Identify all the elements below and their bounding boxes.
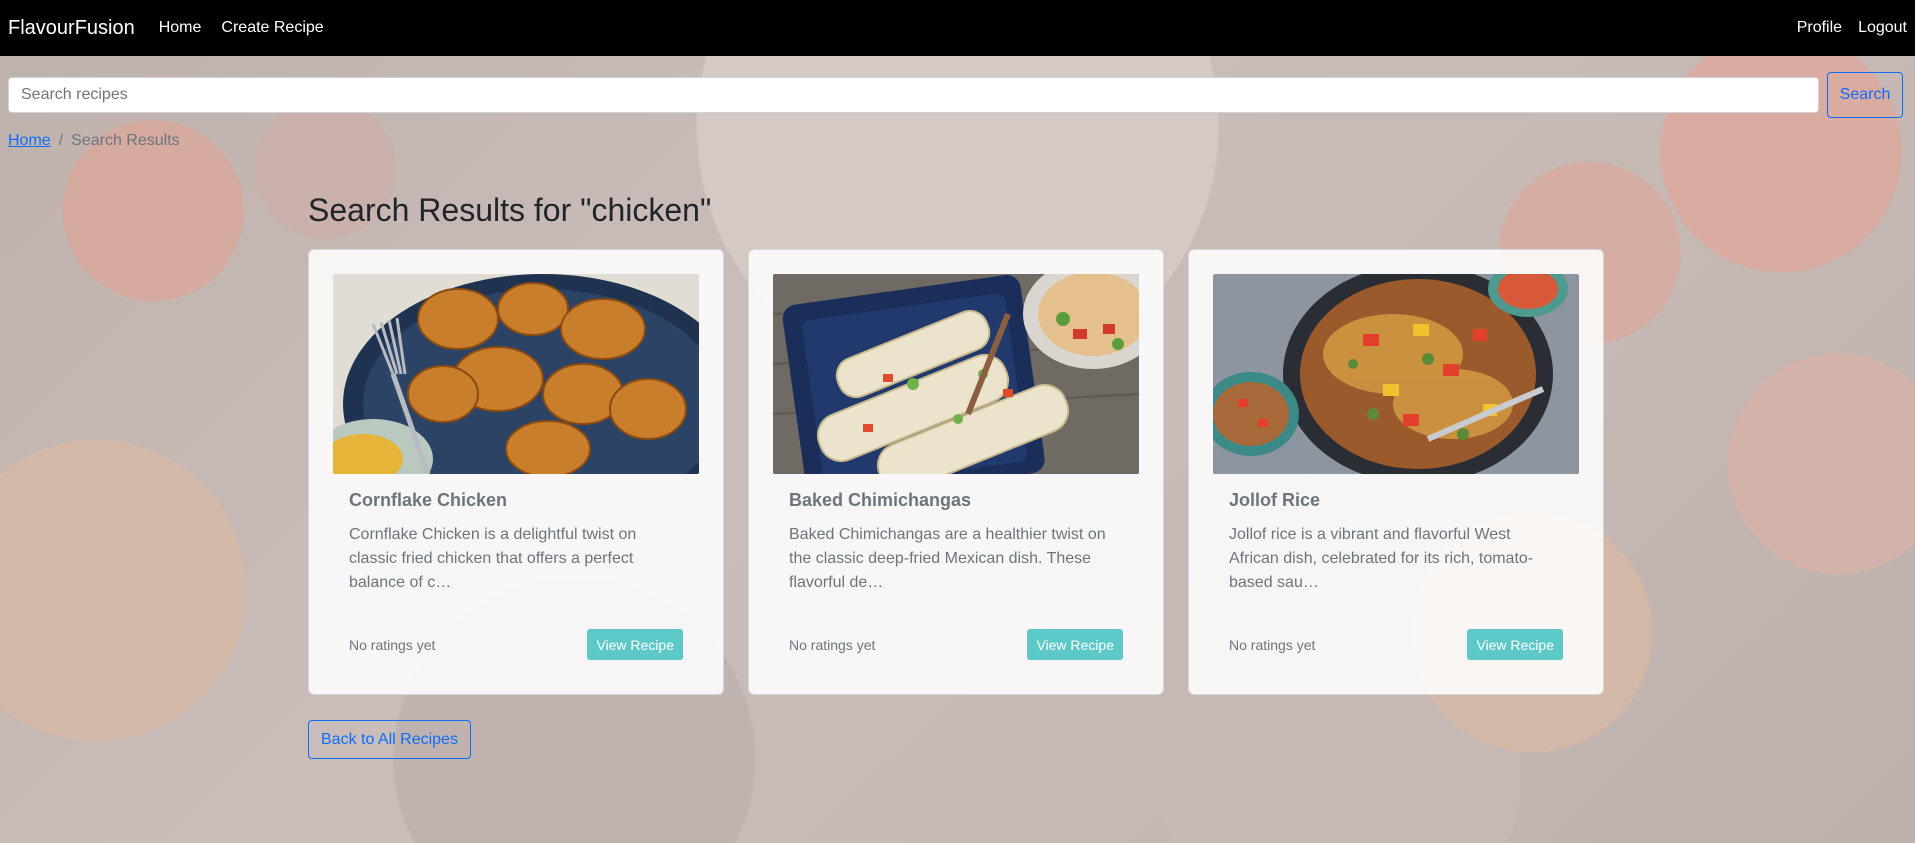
recipe-description: Cornflake Chicken is a delightful twist … [349, 526, 637, 591]
breadcrumb-home-link[interactable]: Home [8, 132, 51, 150]
recipe-card-body: Jollof Rice Jollof rice is a vibrant and… [1213, 474, 1579, 670]
recipe-card: Jollof Rice Jollof rice is a vibrant and… [1188, 249, 1604, 695]
breadcrumb: Home / Search Results [0, 118, 1915, 150]
recipe-image-jollof-rice [1213, 274, 1579, 474]
view-recipe-button[interactable]: View Recipe [1027, 629, 1123, 660]
rating-text: No ratings yet [349, 636, 436, 653]
recipe-card-body: Baked Chimichangas Baked Chimichangas ar… [773, 474, 1139, 670]
top-navbar: FlavourFusion Home Create Recipe Profile… [0, 0, 1915, 56]
breadcrumb-separator: / [58, 132, 64, 149]
brand-logo[interactable]: FlavourFusion [8, 17, 135, 40]
recipe-card-footer: No ratings yet View Recipe [349, 629, 683, 670]
recipe-description: Baked Chimichangas are a healthier twist… [789, 526, 1106, 591]
rating-text: No ratings yet [789, 636, 876, 653]
recipe-card-grid: Cornflake Chicken Cornflake Chicken is a… [308, 249, 1608, 695]
recipe-card: Cornflake Chicken Cornflake Chicken is a… [308, 249, 724, 695]
breadcrumb-current: Search Results [71, 132, 180, 149]
recipe-card-footer: No ratings yet View Recipe [1229, 629, 1563, 670]
view-recipe-button[interactable]: View Recipe [587, 629, 683, 660]
main-content: Search Results for "chicken" Cornflake C… [308, 192, 1608, 759]
search-input[interactable] [8, 77, 1819, 113]
recipe-card-footer: No ratings yet View Recipe [789, 629, 1123, 670]
nav-home-link[interactable]: Home [159, 19, 202, 37]
recipe-card-body: Cornflake Chicken Cornflake Chicken is a… [333, 474, 699, 670]
nav-logout-link[interactable]: Logout [1858, 19, 1907, 37]
rating-text: No ratings yet [1229, 636, 1316, 653]
back-to-all-recipes-button[interactable]: Back to All Recipes [308, 720, 471, 759]
recipe-description: Jollof rice is a vibrant and flavorful W… [1229, 526, 1534, 591]
page-title: Search Results for "chicken" [308, 192, 712, 228]
recipe-title: Jollof Rice [1229, 490, 1321, 510]
nav-profile-link[interactable]: Profile [1797, 19, 1842, 37]
recipe-title: Baked Chimichangas [789, 490, 972, 510]
recipe-title: Cornflake Chicken [349, 490, 508, 510]
recipe-image-cornflake-chicken [333, 274, 699, 474]
view-recipe-button[interactable]: View Recipe [1467, 629, 1563, 660]
nav-create-recipe-link[interactable]: Create Recipe [221, 19, 323, 37]
nav-right-group: Profile Logout [1781, 19, 1907, 37]
recipe-image-baked-chimichangas [773, 274, 1139, 474]
search-button[interactable]: Search [1827, 72, 1903, 118]
recipe-card: Baked Chimichangas Baked Chimichangas ar… [748, 249, 1164, 695]
search-bar: Search [0, 56, 1915, 118]
